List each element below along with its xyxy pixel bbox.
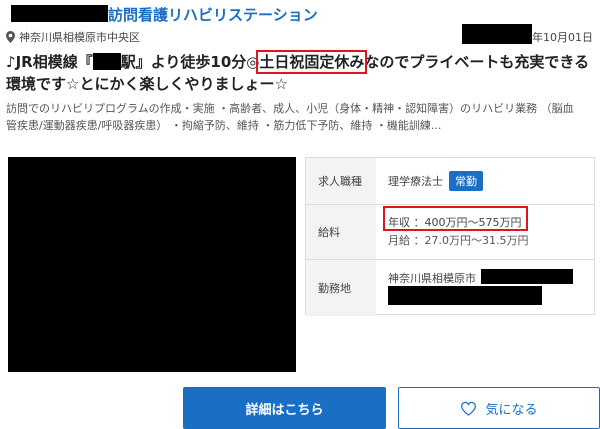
heart-icon — [461, 401, 477, 416]
employment-badge: 常勤 — [449, 171, 483, 191]
headline-part2: 駅』より徒歩10分◎ — [120, 53, 260, 71]
job-type-label: 求人職種 — [306, 158, 376, 204]
job-headline: ♪JR相模線『 駅』より徒歩10分◎土日祝固定休みなのでプライベートも充実できる … — [6, 50, 594, 95]
detail-button[interactable]: 詳細はこちら — [183, 387, 386, 429]
highlight-salary — [383, 206, 528, 231]
redacted-station — [92, 53, 121, 70]
redacted-date-year — [462, 24, 532, 44]
salary-label: 給料 — [306, 205, 376, 259]
row-job-type: 求人職種 理学療法士 常勤 — [306, 158, 594, 205]
favorite-label: 気になる — [485, 401, 538, 417]
pin-icon — [6, 31, 15, 43]
location: 神奈川県相模原市中央区 — [6, 29, 140, 45]
headline-part1: ♪JR相模線『 — [6, 53, 93, 71]
posting-date: 年10月01日 — [532, 31, 593, 44]
headline-line2: 環境です☆とにかく楽しくやりましょー☆ — [6, 75, 288, 93]
facility-name-link[interactable]: 訪問看護リハビリステーション — [108, 4, 318, 25]
favorite-button[interactable]: 気になる — [398, 387, 600, 429]
salary-monthly: 月給 ：27.0万円～31.5万円 — [388, 234, 529, 247]
workplace-value: 神奈川県相模原市 — [388, 272, 476, 285]
redacted-facility-prefix — [11, 5, 108, 22]
job-description: 訪問でのリハビリプログラムの作成・実施 ・高齢者、成人、小児（身体・精神・認知障… — [6, 100, 596, 134]
location-text: 神奈川県相模原市中央区 — [19, 31, 140, 44]
highlight-holidays: 土日祝固定休み — [256, 50, 368, 74]
workplace-label: 勤務地 — [306, 260, 376, 316]
facility-photo — [8, 157, 296, 372]
job-type-value: 理学療法士 — [388, 175, 443, 188]
redacted-address-2 — [388, 286, 542, 305]
description-line1: 訪問でのリハビリプログラムの作成・実施 ・高齢者、成人、小児（身体・精神・認知障… — [6, 102, 574, 115]
headline-part3: なのでプライベートも充実できる — [364, 53, 590, 71]
redacted-address-1 — [481, 269, 573, 284]
description-line2: 管疾患/運動器疾患/呼吸器疾患） ・拘縮予防、維持 ・筋力低下予防、維持 ・機能… — [6, 119, 442, 132]
